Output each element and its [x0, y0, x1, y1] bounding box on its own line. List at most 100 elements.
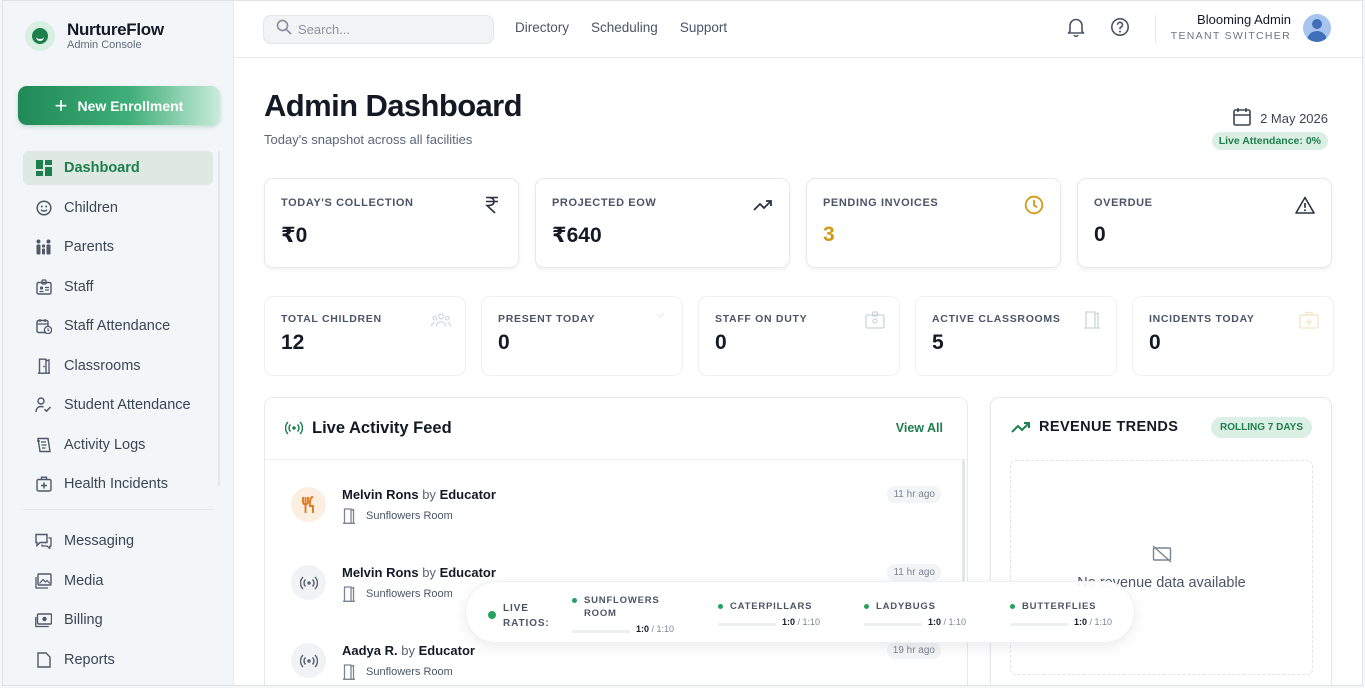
sidebar-item-label: Children	[64, 199, 118, 216]
door-icon	[35, 357, 52, 374]
sidebar-item-messaging[interactable]: Messaging	[23, 524, 213, 558]
ratio-target: 1:10	[948, 617, 967, 627]
feed-item-name: Melvin Rons	[342, 565, 419, 580]
kpi-value: 0	[1094, 223, 1106, 246]
kpi-row: TODAY'S COLLECTION ₹0 PROJECTED EOW ₹640…	[264, 178, 1332, 268]
door-icon	[343, 508, 355, 524]
ratio-room-caterpillars[interactable]: CATERPILLARS 1:0 / 1:10	[718, 594, 830, 627]
brand-logo-icon	[25, 21, 55, 51]
sidebar-item-label: Messaging	[64, 533, 135, 549]
ratio-room-butterflies[interactable]: BUTTERFLIES 1:0 / 1:10	[1010, 594, 1122, 627]
sidebar-item-reports[interactable]: Reports	[23, 643, 213, 677]
ratio-room-name: BUTTERFLIES	[1010, 600, 1122, 613]
ratio-room-sunflowers[interactable]: SUNFLOWERS ROOM 1:0 / 1:10	[572, 594, 684, 634]
feed-item-time: 19 hr ago	[886, 642, 941, 659]
calendar-clock-icon	[35, 318, 52, 335]
ratio-current: 1:0	[1074, 617, 1088, 627]
ratio-value: 1:0 / 1:10	[782, 617, 821, 627]
feed-item-role: Educator	[439, 565, 496, 580]
live-ratios-label: LIVE RATIOS:	[503, 601, 550, 631]
avatar[interactable]	[1303, 14, 1331, 42]
sidebar-item-label: Parents	[64, 239, 114, 255]
ratio-bar	[718, 623, 776, 626]
date-display: 2 May 2026	[1233, 107, 1328, 129]
stat-card-active-classrooms[interactable]: ACTIVE CLASSROOMS 5	[915, 296, 1117, 376]
ratio-room-name: CATERPILLARS	[718, 600, 830, 613]
sidebar-item-label: Activity Logs	[64, 436, 146, 453]
feed-item-title: Melvin Rons by Educator	[342, 487, 496, 502]
app-window: NurtureFlow Admin Console + New Enrollme…	[2, 0, 1363, 686]
help-icon[interactable]	[1110, 16, 1130, 38]
new-enrollment-button[interactable]: + New Enrollment	[18, 86, 220, 125]
plus-icon: +	[54, 92, 68, 118]
feed-title: Live Activity Feed	[312, 419, 452, 437]
brand[interactable]: NurtureFlow Admin Console	[25, 21, 164, 51]
top-nav-scheduling[interactable]: Scheduling	[591, 20, 658, 35]
sidebar-item-activity-logs[interactable]: Activity Logs	[23, 428, 213, 462]
kpi-card-todays-collection[interactable]: TODAY'S COLLECTION ₹0	[264, 178, 519, 268]
feed-item[interactable]: Aadya R. by Educator Sunflowers Room 19 …	[291, 642, 941, 685]
sidebar: NurtureFlow Admin Console + New Enrollme…	[3, 1, 234, 685]
search-box[interactable]	[263, 15, 494, 44]
sidebar-item-health-incidents[interactable]: Health Incidents	[23, 467, 213, 501]
ratio-target: 1:10	[802, 617, 821, 627]
stat-card-incidents-today[interactable]: INCIDENTS TODAY 0	[1132, 296, 1334, 376]
user-menu[interactable]: Blooming Admin TENANT SWITCHER	[1171, 12, 1331, 44]
id-badge-icon	[35, 278, 52, 295]
sidebar-item-media[interactable]: Media	[23, 564, 213, 598]
sidebar-item-staff-attendance[interactable]: Staff Attendance	[23, 309, 213, 343]
sidebar-item-children[interactable]: Children	[23, 191, 213, 225]
feed-item[interactable]: Melvin Rons by Educator Sunflowers Room …	[291, 486, 941, 547]
sidebar-item-staff[interactable]: Staff	[23, 270, 213, 304]
feed-item-title: Aadya R. by Educator	[342, 643, 475, 658]
top-nav-directory[interactable]: Directory	[515, 20, 569, 35]
view-all-link[interactable]: View All	[896, 421, 943, 435]
top-nav-support[interactable]: Support	[680, 20, 727, 35]
money-icon	[35, 612, 52, 629]
stat-card-present-today[interactable]: PRESENT TODAY 0	[481, 296, 683, 376]
photos-icon	[35, 572, 52, 589]
stat-value: 12	[281, 331, 305, 354]
door-icon	[343, 586, 355, 602]
ratio-value: 1:0 / 1:10	[636, 624, 675, 634]
feed-item-room: Sunflowers Room	[342, 508, 453, 524]
sidebar-item-label: Billing	[64, 612, 103, 628]
first-aid-icon	[1299, 311, 1319, 329]
stat-card-staff-on-duty[interactable]: STAFF ON DUTY 0	[698, 296, 900, 376]
meal-icon	[291, 487, 326, 522]
sidebar-item-dashboard[interactable]: Dashboard	[23, 151, 213, 185]
search-input[interactable]	[298, 22, 478, 37]
kpi-label: PROJECTED EOW	[552, 197, 657, 209]
ratio-room-ladybugs[interactable]: LADYBUGS 1:0 / 1:10	[864, 594, 976, 627]
new-enrollment-label: New Enrollment	[77, 97, 184, 114]
kpi-card-pending-invoices[interactable]: PENDING INVOICES 3	[806, 178, 1061, 268]
bell-icon[interactable]	[1066, 16, 1086, 38]
broadcast-icon	[291, 565, 326, 600]
sidebar-item-student-attendance[interactable]: Student Attendance	[23, 388, 213, 422]
sidebar-scrollbar[interactable]	[218, 151, 220, 486]
feed-item-room-name: Sunflowers Room	[366, 510, 453, 522]
sidebar-item-label: Dashboard	[64, 160, 140, 176]
feed-item-role: Educator	[418, 643, 475, 658]
stat-value: 0	[715, 331, 727, 354]
sidebar-item-billing[interactable]: Billing	[23, 603, 213, 637]
feed-item-title: Melvin Rons by Educator	[342, 565, 496, 580]
live-dot-icon	[488, 611, 496, 619]
sidebar-item-label: Health Incidents	[64, 476, 168, 492]
ratio-bar	[1010, 623, 1068, 626]
family-icon	[35, 239, 52, 256]
kpi-card-overdue[interactable]: OVERDUE 0	[1077, 178, 1332, 268]
sidebar-item-parents[interactable]: Parents	[23, 230, 213, 264]
feed-item-name: Aadya R.	[342, 643, 398, 658]
feed-item-room: Sunflowers Room	[342, 664, 453, 680]
stat-card-total-children[interactable]: TOTAL CHILDREN 12	[264, 296, 466, 376]
tenant-switcher[interactable]: TENANT SWITCHER	[1171, 28, 1291, 44]
sidebar-item-classrooms[interactable]: Classrooms	[23, 349, 213, 383]
door-icon	[343, 664, 355, 680]
live-ratios-bar: LIVE RATIOS: SUNFLOWERS ROOM 1:0 / 1:10 …	[465, 581, 1135, 643]
stat-label: ACTIVE CLASSROOMS	[932, 313, 1061, 325]
kpi-card-projected-eow[interactable]: PROJECTED EOW ₹640	[535, 178, 790, 268]
feed-item-time: 11 hr ago	[887, 486, 941, 503]
ratio-bar	[864, 623, 922, 626]
top-bar: Directory Scheduling Support Blooming Ad…	[234, 1, 1362, 58]
